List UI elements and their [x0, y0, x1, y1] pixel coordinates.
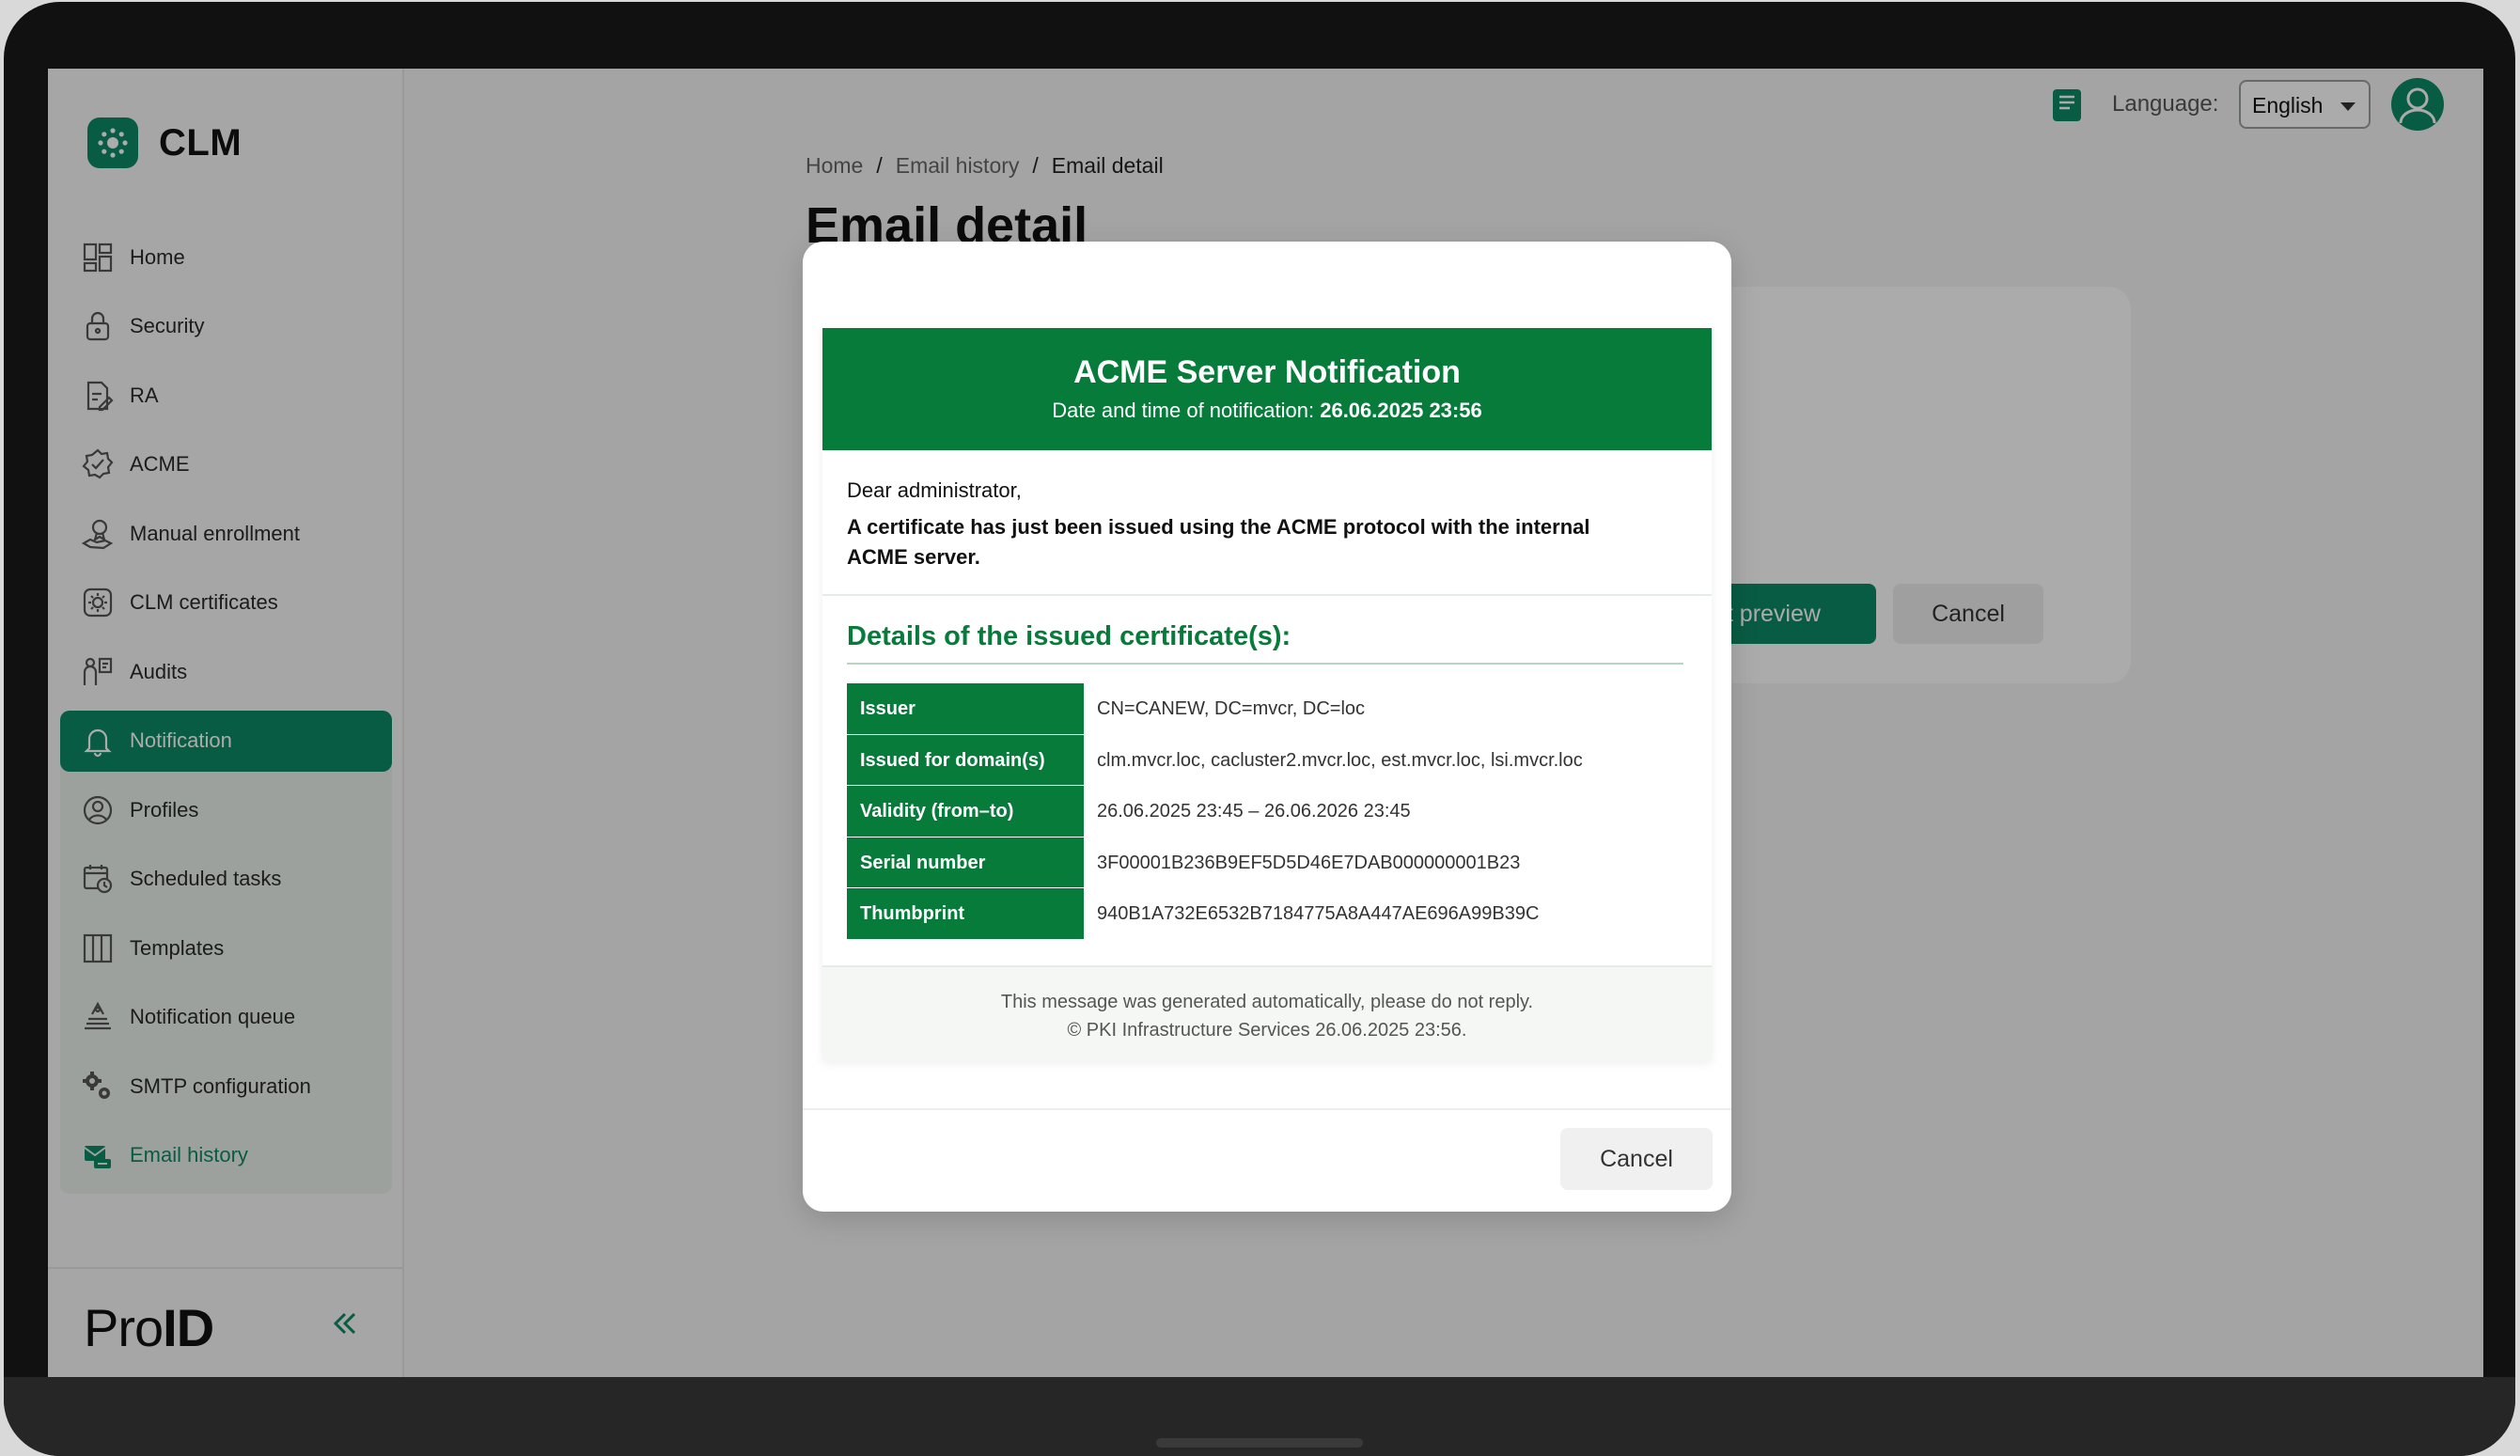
email-greeting: Dear administrator,: [847, 478, 1022, 502]
cert-value: CN=CANEW, DC=mvcr, DC=loc: [1097, 698, 1366, 719]
footer-note: This message was generated automatically…: [1000, 992, 1534, 1012]
table-row: Thumbprint 940B1A732E6532B7184775A8A447A…: [847, 888, 1683, 940]
table-row: Serial number 3F00001B236B9EF5D5D46E7DAB…: [847, 837, 1683, 888]
email-date: Date and time of notification: 26.06.202…: [1052, 399, 1482, 422]
cert-key: Issued for domain(s): [847, 734, 1084, 786]
email-title: ACME Server Notification: [1073, 354, 1461, 390]
cert-value: 3F00001B236B9EF5D5D46E7DAB000000001B23: [1097, 852, 1521, 873]
divider: [822, 594, 1712, 596]
details-title: Details of the issued certificate(s):: [847, 621, 1291, 651]
screen: CLM Home Security RA ACME Manual enrollm…: [48, 69, 2483, 1377]
cert-key: Issuer: [847, 683, 1084, 735]
cert-value: clm.mvcr.loc, cacluster2.mvcr.loc, est.m…: [1097, 749, 1583, 771]
cert-key: Serial number: [847, 837, 1084, 888]
table-row: Issued for domain(s) clm.mvcr.loc, caclu…: [847, 734, 1683, 786]
email-header: ACME Server Notification Date and time o…: [822, 328, 1712, 450]
device-notch: [1156, 1438, 1363, 1448]
email-intro: A certificate has just been issued using…: [847, 515, 1590, 569]
email-body: ACME Server Notification Date and time o…: [822, 328, 1712, 1061]
divider: [803, 1108, 1731, 1110]
cert-key: Validity (from–to): [847, 786, 1084, 838]
table-row: Issuer CN=CANEW, DC=mvcr, DC=loc: [847, 683, 1683, 735]
email-preview-modal: ACME Server Notification Date and time o…: [803, 242, 1731, 1212]
certificate-table: Issuer CN=CANEW, DC=mvcr, DC=loc Issued …: [847, 683, 1683, 940]
cert-value: 940B1A732E6532B7184775A8A447AE696A99B39C: [1097, 903, 1540, 924]
footer-copyright: © PKI Infrastructure Services 26.06.2025…: [1067, 1020, 1467, 1041]
email-footer: This message was generated automatically…: [822, 965, 1712, 1061]
table-row: Validity (from–to) 26.06.2025 23:45 – 26…: [847, 786, 1683, 838]
cert-value: 26.06.2025 23:45 – 26.06.2026 23:45: [1097, 801, 1411, 822]
cert-key: Thumbprint: [847, 888, 1084, 940]
modal-cancel-button[interactable]: Cancel: [1560, 1128, 1713, 1190]
divider: [847, 663, 1683, 665]
